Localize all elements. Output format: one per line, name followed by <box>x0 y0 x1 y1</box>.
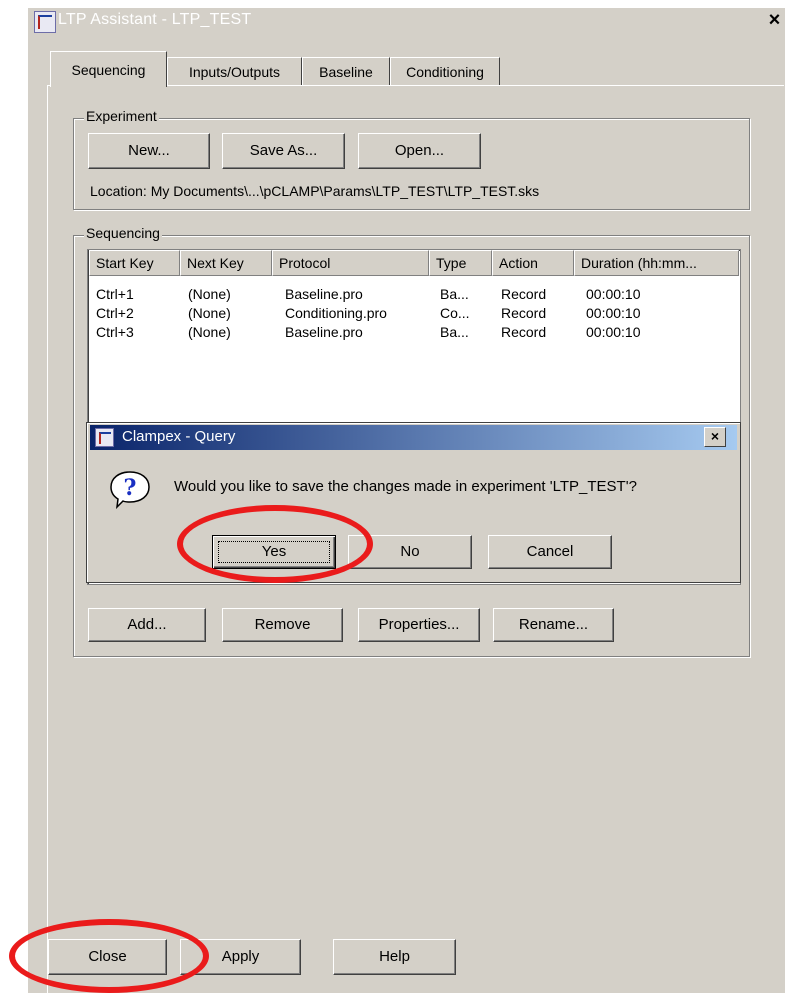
column-header-start-key[interactable]: Start Key <box>89 250 180 276</box>
app-icon <box>34 11 56 33</box>
tab-baseline[interactable]: Baseline <box>302 57 390 85</box>
cell-type: Co... <box>440 305 470 321</box>
sequencing-legend: Sequencing <box>84 225 162 241</box>
no-button[interactable]: No <box>348 535 472 569</box>
cell-action: Record <box>501 324 547 340</box>
cancel-button[interactable]: Cancel <box>488 535 612 569</box>
save-as-button-label: Save As... <box>249 142 318 159</box>
dialog-title: Clampex - Query <box>122 428 236 445</box>
tab-sequencing[interactable]: Sequencing <box>50 51 167 87</box>
tab-inputs-outputs[interactable]: Inputs/Outputs <box>167 57 302 85</box>
tab-conditioning[interactable]: Conditioning <box>390 57 500 85</box>
rename-button-label: Rename... <box>518 616 589 633</box>
no-button-label: No <box>400 543 420 560</box>
tab-conditioning-label: Conditioning <box>406 64 484 80</box>
column-header-action[interactable]: Action <box>492 250 574 276</box>
rename-button[interactable]: Rename... <box>493 608 614 642</box>
cell-start-key: Ctrl+2 <box>96 305 134 321</box>
yes-button-label: Yes <box>261 543 287 560</box>
new-button-label: New... <box>128 142 170 159</box>
cell-protocol: Baseline.pro <box>285 286 363 302</box>
tab-inputs-outputs-label: Inputs/Outputs <box>188 64 281 80</box>
cell-duration: 00:00:10 <box>586 324 641 340</box>
cell-action: Record <box>501 305 547 321</box>
experiment-location: Location: My Documents\...\pCLAMP\Params… <box>90 183 540 199</box>
remove-button[interactable]: Remove <box>222 608 343 642</box>
column-header-next-key[interactable]: Next Key <box>180 250 272 276</box>
remove-button-label: Remove <box>254 616 311 633</box>
cell-next-key: (None) <box>188 286 231 302</box>
close-icon[interactable]: × <box>764 10 785 31</box>
cell-action: Record <box>501 286 547 302</box>
column-header-protocol[interactable]: Protocol <box>272 250 429 276</box>
cell-protocol: Baseline.pro <box>285 324 363 340</box>
new-button[interactable]: New... <box>88 133 210 169</box>
cell-type: Ba... <box>440 324 469 340</box>
properties-button-label: Properties... <box>378 616 460 633</box>
apply-button[interactable]: Apply <box>180 939 301 975</box>
help-button-label: Help <box>379 948 410 965</box>
yes-button[interactable]: Yes <box>212 535 336 569</box>
table-row[interactable]: Ctrl+1 (None) Baseline.pro Ba... Record … <box>89 286 739 304</box>
column-header-type[interactable]: Type <box>429 250 492 276</box>
properties-button[interactable]: Properties... <box>358 608 480 642</box>
cancel-button-label: Cancel <box>526 543 574 560</box>
cell-start-key: Ctrl+3 <box>96 324 134 340</box>
cell-next-key: (None) <box>188 324 231 340</box>
dialog-message: Would you like to save the changes made … <box>174 478 637 495</box>
cell-duration: 00:00:10 <box>586 305 641 321</box>
question-icon: ? <box>110 471 150 509</box>
column-header-duration[interactable]: Duration (hh:mm... <box>574 250 739 276</box>
save-as-button[interactable]: Save As... <box>222 133 345 169</box>
close-button-label: Close <box>88 948 127 965</box>
close-button[interactable]: Close <box>48 939 167 975</box>
cell-next-key: (None) <box>188 305 231 321</box>
svg-text:?: ? <box>124 475 137 501</box>
table-row[interactable]: Ctrl+2 (None) Conditioning.pro Co... Rec… <box>89 305 739 323</box>
apply-button-label: Apply <box>221 948 260 965</box>
add-button-label: Add... <box>127 616 167 633</box>
cell-duration: 00:00:10 <box>586 286 641 302</box>
dialog-close-icon[interactable]: × <box>704 427 726 447</box>
help-button[interactable]: Help <box>333 939 456 975</box>
add-button[interactable]: Add... <box>88 608 206 642</box>
dialog-app-icon <box>95 428 114 447</box>
open-button[interactable]: Open... <box>358 133 481 169</box>
table-row[interactable]: Ctrl+3 (None) Baseline.pro Ba... Record … <box>89 324 739 342</box>
cell-protocol: Conditioning.pro <box>285 305 387 321</box>
cell-start-key: Ctrl+1 <box>96 286 134 302</box>
tab-baseline-label: Baseline <box>319 64 373 80</box>
open-button-label: Open... <box>394 142 445 159</box>
tab-sequencing-label: Sequencing <box>71 62 146 78</box>
cell-type: Ba... <box>440 286 469 302</box>
experiment-legend: Experiment <box>84 108 159 124</box>
window-title: LTP Assistant - LTP_TEST <box>58 11 252 28</box>
